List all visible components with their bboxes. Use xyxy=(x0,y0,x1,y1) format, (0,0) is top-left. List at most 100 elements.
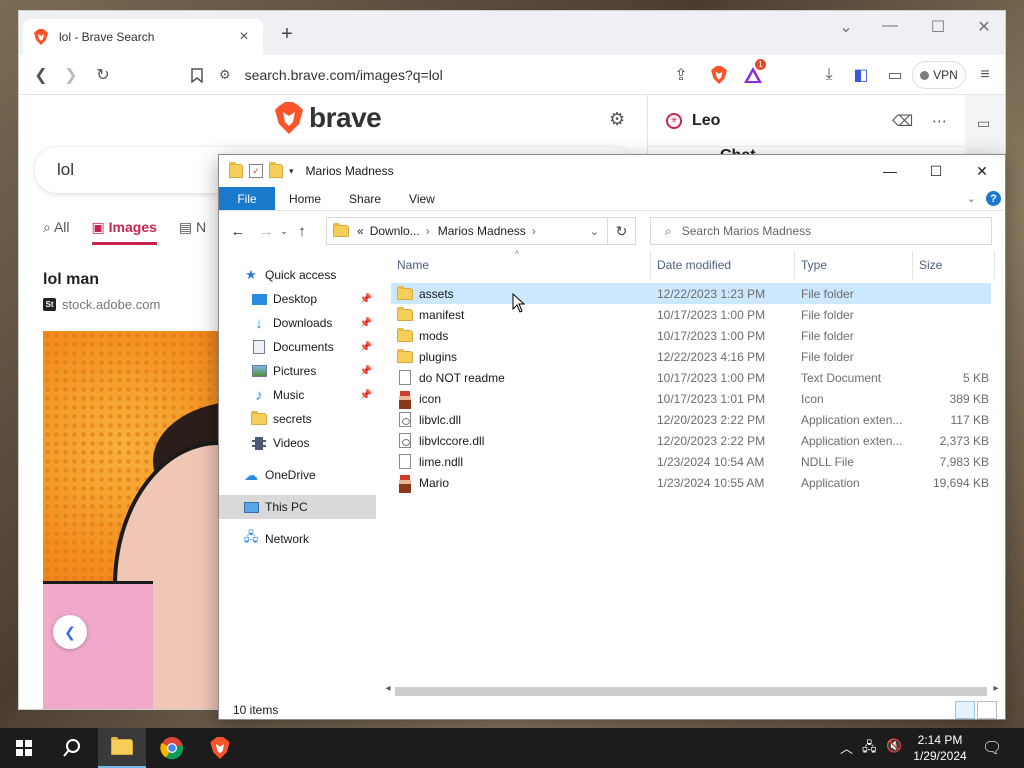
share-icon[interactable]: ⇪ xyxy=(669,63,693,87)
pin-icon[interactable]: 📌 xyxy=(360,366,372,377)
taskbar-brave[interactable] xyxy=(196,728,244,768)
breadcrumb-downloads[interactable]: Downlo... xyxy=(370,224,420,238)
column-name[interactable]: Name xyxy=(391,251,651,279)
breadcrumb-chevron-icon[interactable]: › xyxy=(426,224,430,238)
file-row[interactable]: assets 12/22/2023 1:23 PM File folder xyxy=(391,283,991,304)
breadcrumb-marios-madness[interactable]: Marios Madness xyxy=(438,224,526,238)
brave-logo[interactable]: brave xyxy=(275,101,382,135)
column-size[interactable]: Size xyxy=(913,251,995,279)
file-row[interactable]: icon 10/17/2023 1:01 PM Icon 389 KB xyxy=(391,388,991,409)
pin-icon[interactable]: 📌 xyxy=(360,342,372,353)
scrollbar-thumb[interactable] xyxy=(395,687,987,696)
nav-downloads[interactable]: ↓ Downloads 📌 xyxy=(219,311,376,335)
breadcrumb-overflow[interactable]: « xyxy=(357,224,364,238)
result-source[interactable]: St stock.adobe.com xyxy=(43,297,160,312)
nav-network[interactable]: 🖧 Network xyxy=(219,527,376,551)
bookmark-icon[interactable] xyxy=(185,63,209,87)
more-options-icon[interactable]: ⋯ xyxy=(932,112,947,130)
close-window-icon[interactable]: ✕ xyxy=(959,155,1005,187)
file-row[interactable]: libvlccore.dll 12/20/2023 2:22 PM Applic… xyxy=(391,430,991,451)
file-row[interactable]: manifest 10/17/2023 1:00 PM File folder xyxy=(391,304,991,325)
column-type[interactable]: Type xyxy=(795,251,913,279)
breadcrumb-chevron-icon[interactable]: › xyxy=(532,224,536,238)
back-arrow-icon[interactable]: ← xyxy=(227,223,249,240)
address-dropdown-icon[interactable]: ⌄ xyxy=(590,225,599,238)
pin-icon[interactable]: 📌 xyxy=(360,318,372,329)
details-view-icon[interactable] xyxy=(955,701,975,719)
tab-all[interactable]: ⌕ All xyxy=(43,219,70,245)
start-button[interactable] xyxy=(0,728,48,768)
file-row[interactable]: plugins 12/22/2023 4:16 PM File folder xyxy=(391,346,991,367)
taskbar-search-button[interactable] xyxy=(48,728,96,768)
network-status-icon[interactable]: 🖧 xyxy=(862,738,877,760)
ribbon-tab-file[interactable]: File xyxy=(219,187,275,210)
scroll-left-icon[interactable]: ◂ xyxy=(381,683,395,694)
file-row[interactable]: do NOT readme 10/17/2023 1:00 PM Text Do… xyxy=(391,367,991,388)
nav-documents[interactable]: Documents 📌 xyxy=(219,335,376,359)
show-hidden-icons-chevron-icon[interactable]: ︿ xyxy=(840,738,853,757)
address-bar[interactable]: « Downlo... › Marios Madness › ⌄ xyxy=(326,217,608,245)
download-icon[interactable]: ⤓ xyxy=(817,63,841,87)
browser-tab-brave-search[interactable]: lol - Brave Search × xyxy=(23,19,263,55)
nav-secrets[interactable]: secrets xyxy=(219,407,376,431)
site-settings-icon[interactable]: ⚙ xyxy=(219,67,231,83)
file-row[interactable]: lime.ndll 1/23/2024 10:54 AM NDLL File 7… xyxy=(391,451,991,472)
file-row[interactable]: libvlc.dll 12/20/2023 2:22 PM Applicatio… xyxy=(391,409,991,430)
horizontal-scrollbar[interactable]: ◂ ▸ xyxy=(381,683,1005,699)
previous-image-button[interactable]: ❮ xyxy=(53,615,87,649)
help-icon[interactable]: ? xyxy=(986,191,1001,206)
back-arrow-icon[interactable]: ❮ xyxy=(29,63,53,87)
pin-icon[interactable]: 📌 xyxy=(360,294,372,305)
search-input[interactable]: ⌕ Search Marios Madness xyxy=(650,217,992,245)
maximize-icon[interactable]: ☐ xyxy=(913,155,959,187)
pin-icon[interactable]: 📌 xyxy=(360,390,372,401)
sidebar-video-icon[interactable]: ▭ xyxy=(977,115,990,132)
result-image[interactable] xyxy=(43,331,243,709)
up-arrow-icon[interactable]: ↑ xyxy=(291,223,313,240)
scroll-right-icon[interactable]: ▸ xyxy=(989,683,1003,694)
taskbar-chrome[interactable] xyxy=(148,728,196,768)
nav-quick-access[interactable]: ★ Quick access xyxy=(219,263,376,287)
file-row[interactable]: Mario 1/23/2024 10:55 AM Application 19,… xyxy=(391,472,991,493)
minimize-icon[interactable]: — xyxy=(867,155,913,187)
minimize-icon[interactable]: — xyxy=(875,17,905,35)
nav-desktop[interactable]: Desktop 📌 xyxy=(219,287,376,311)
close-tab-icon[interactable]: × xyxy=(235,28,253,46)
maximize-icon[interactable]: ☐ xyxy=(923,17,953,37)
settings-gear-icon[interactable]: ⚙ xyxy=(609,109,625,130)
menu-hamburger-icon[interactable]: ≡ xyxy=(973,63,997,87)
tab-images[interactable]: ▣ Images xyxy=(91,219,157,245)
file-row[interactable]: mods 10/17/2023 1:00 PM File folder xyxy=(391,325,991,346)
nav-pictures[interactable]: Pictures 📌 xyxy=(219,359,376,383)
large-icons-view-icon[interactable] xyxy=(977,701,997,719)
brave-shields-icon[interactable] xyxy=(707,63,731,87)
reload-icon[interactable]: ↻ xyxy=(91,63,115,87)
ribbon-tab-view[interactable]: View xyxy=(395,187,449,210)
wallet-icon[interactable]: ▭ xyxy=(883,63,907,87)
close-window-icon[interactable]: ✕ xyxy=(969,17,999,37)
nav-onedrive[interactable]: ☁ OneDrive xyxy=(219,463,376,487)
customize-toolbar-icon[interactable]: ▾ xyxy=(289,166,294,177)
nav-this-pc[interactable]: This PC xyxy=(219,495,376,519)
notifications-icon[interactable]: 🗨 xyxy=(982,738,1002,758)
eraser-icon[interactable]: ⌫ xyxy=(892,112,913,130)
forward-arrow-icon[interactable]: → xyxy=(255,223,277,240)
sidebar-toggle-icon[interactable]: ◧ xyxy=(849,63,873,87)
result-title[interactable]: lol man xyxy=(43,271,99,289)
new-tab-plus-icon[interactable]: + xyxy=(275,23,299,46)
tab-search-chevron-icon[interactable]: ⌄ xyxy=(831,17,861,37)
clock[interactable]: 2:14 PM 1/29/2024 xyxy=(908,732,972,764)
ribbon-tab-home[interactable]: Home xyxy=(275,187,335,210)
volume-muted-icon[interactable]: 🔇 xyxy=(886,738,902,754)
new-folder-icon[interactable] xyxy=(269,162,283,178)
address-bar[interactable]: ⚙ search.brave.com/images?q=lol xyxy=(219,59,709,91)
refresh-button[interactable]: ↻ xyxy=(608,217,636,245)
column-date-modified[interactable]: Date modified xyxy=(651,251,795,279)
taskbar-file-explorer[interactable] xyxy=(98,728,146,768)
vpn-button[interactable]: VPN xyxy=(912,61,966,89)
properties-icon[interactable]: ✓ xyxy=(249,164,263,178)
expand-ribbon-chevron-icon[interactable]: ⌄ xyxy=(967,192,976,205)
ribbon-tab-share[interactable]: Share xyxy=(335,187,395,210)
recent-locations-chevron-icon[interactable]: ⌄ xyxy=(277,226,291,237)
nav-videos[interactable]: Videos xyxy=(219,431,376,455)
